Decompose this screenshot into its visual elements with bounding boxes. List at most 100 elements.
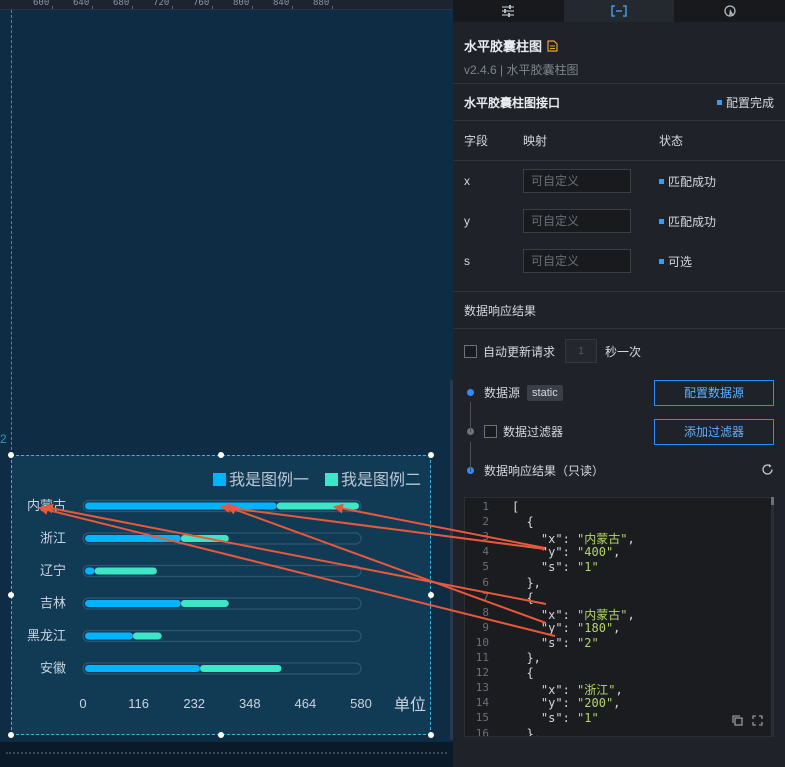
field-name: y bbox=[464, 214, 470, 228]
line-number: 2 bbox=[482, 515, 489, 529]
interface-status: 配置完成 bbox=[716, 94, 774, 111]
field-row-s: s 可选 bbox=[453, 241, 785, 281]
copy-icon[interactable] bbox=[732, 715, 743, 726]
field-status: 可选 bbox=[659, 253, 692, 270]
data-source-label: 数据源 bbox=[484, 386, 521, 400]
ruler-tick bbox=[132, 6, 133, 9]
add-filter-button[interactable]: 添加过滤器 bbox=[654, 418, 774, 445]
category-label: 黑龙江 bbox=[27, 628, 66, 643]
panel-tabs bbox=[453, 0, 785, 22]
ruler-tick-label: 760 bbox=[193, 0, 210, 8]
bar-segment bbox=[85, 665, 201, 672]
data-source-tag: static bbox=[527, 384, 563, 401]
resize-handle[interactable] bbox=[8, 592, 14, 598]
col-field: 字段 bbox=[464, 134, 489, 148]
line-number: 13 bbox=[475, 681, 489, 695]
code-scrollbar[interactable] bbox=[771, 497, 774, 737]
line-number: 11 bbox=[475, 651, 489, 664]
line-number: 12 bbox=[475, 666, 489, 680]
legend-swatch bbox=[213, 473, 226, 486]
legend-label: 我是图例二 bbox=[341, 471, 421, 489]
mapping-input-s[interactable] bbox=[523, 249, 631, 273]
refresh-icon[interactable] bbox=[761, 463, 774, 479]
category-label: 安徽 bbox=[40, 661, 66, 676]
bar-segment bbox=[94, 567, 157, 575]
auto-update-checkbox[interactable] bbox=[464, 344, 477, 358]
bar-segment bbox=[276, 502, 359, 510]
field-status-text: 可选 bbox=[668, 254, 693, 269]
fields-table-header: 字段 映射 状态 bbox=[453, 121, 785, 161]
line-number: 10 bbox=[475, 635, 489, 649]
data-filter-checkbox[interactable] bbox=[484, 425, 497, 438]
bar-segment bbox=[85, 632, 133, 640]
tab-style[interactable] bbox=[453, 0, 564, 22]
field-row-x: x 匹配成功 bbox=[453, 161, 785, 201]
tab-interaction[interactable] bbox=[674, 0, 785, 22]
step-connector bbox=[470, 442, 471, 472]
interface-status-text: 配置完成 bbox=[725, 95, 774, 110]
response-section-title: 数据响应结果 bbox=[453, 292, 785, 329]
sliders-icon bbox=[502, 5, 515, 17]
resize-handle[interactable] bbox=[218, 732, 224, 738]
bar-segment bbox=[85, 567, 95, 575]
status-dot-icon bbox=[659, 178, 664, 184]
field-status-text: 匹配成功 bbox=[668, 214, 717, 229]
resize-handle[interactable] bbox=[8, 452, 14, 458]
mapping-input-y[interactable] bbox=[523, 209, 631, 233]
ruler-tick-label: 680 bbox=[113, 0, 130, 8]
ruler-tick-label: 800 bbox=[233, 0, 250, 8]
interface-title: 水平胶囊柱图接口 bbox=[464, 95, 561, 110]
line-number: 6 bbox=[482, 575, 489, 589]
x-tick-label: 116 bbox=[128, 696, 149, 711]
field-name: x bbox=[464, 174, 470, 188]
col-status: 状态 bbox=[659, 134, 684, 148]
ruler-tick-label: 720 bbox=[153, 0, 170, 8]
ruler-tick bbox=[212, 6, 213, 9]
category-label: 内蒙古 bbox=[27, 498, 66, 513]
line-number: 1 bbox=[482, 500, 489, 513]
data-filter-label: 数据过滤器 bbox=[503, 425, 564, 439]
bar-segment bbox=[180, 600, 229, 607]
ruler-tick bbox=[252, 6, 253, 9]
ruler-tick bbox=[52, 6, 53, 9]
component-header: 水平胶囊柱图 v2.4.6 | 水平胶囊柱图 bbox=[453, 22, 785, 84]
x-tick-label: 232 bbox=[183, 696, 205, 711]
vertical-guide-line[interactable] bbox=[11, 10, 12, 460]
code-line: "s": "1" bbox=[540, 560, 599, 575]
config-data-source-button[interactable]: 配置数据源 bbox=[654, 379, 774, 406]
ruler-tick bbox=[292, 6, 293, 9]
mapping-input-x[interactable] bbox=[523, 169, 631, 193]
json-result-viewer[interactable]: 1 2 3 4 5 6 7 8 9 10 11 12 13 14 15 16 [ { "x": "内蒙古", … bbox=[464, 497, 774, 737]
editor-canvas[interactable]: 600 640 680 720 760 800 840 880 2 我是图例一 我是图例二 内蒙古… bbox=[0, 0, 453, 767]
resize-handle[interactable] bbox=[428, 732, 434, 738]
field-status: 匹配成功 bbox=[659, 173, 716, 190]
field-status-text: 匹配成功 bbox=[668, 174, 717, 189]
interval-input[interactable]: 1 bbox=[565, 339, 598, 363]
canvas-bottom-bar bbox=[0, 742, 453, 767]
line-number: 9 bbox=[482, 620, 489, 634]
component-version: v2.4.6 | 水平胶囊柱图 bbox=[464, 63, 579, 77]
chart-legend: 我是图例一 我是图例二 bbox=[213, 471, 421, 489]
fullscreen-icon[interactable] bbox=[752, 715, 763, 726]
data-brackets-icon bbox=[611, 5, 627, 17]
status-dot-icon bbox=[716, 99, 722, 105]
legend-swatch bbox=[325, 473, 338, 486]
resize-handle[interactable] bbox=[8, 732, 14, 738]
code-line: }, bbox=[512, 651, 541, 665]
resize-handle[interactable] bbox=[218, 452, 224, 458]
code-line: { bbox=[512, 590, 534, 605]
document-icon[interactable] bbox=[547, 39, 558, 52]
x-tick-label: 0 bbox=[79, 696, 86, 711]
resize-handle[interactable] bbox=[428, 452, 434, 458]
line-number: 16 bbox=[475, 726, 489, 737]
resize-handle[interactable] bbox=[428, 592, 434, 598]
status-dot-icon bbox=[659, 218, 664, 224]
category-label: 浙江 bbox=[40, 531, 66, 546]
col-mapping: 映射 bbox=[523, 134, 548, 148]
line-number: 7 bbox=[482, 590, 489, 604]
tab-data[interactable] bbox=[563, 0, 675, 22]
step-data-filter: 数据过滤器 添加过滤器 bbox=[453, 412, 785, 451]
component-name: 水平胶囊柱图 bbox=[464, 39, 543, 54]
code-line: { bbox=[512, 666, 534, 681]
code-line: "s": "1" bbox=[540, 711, 599, 726]
